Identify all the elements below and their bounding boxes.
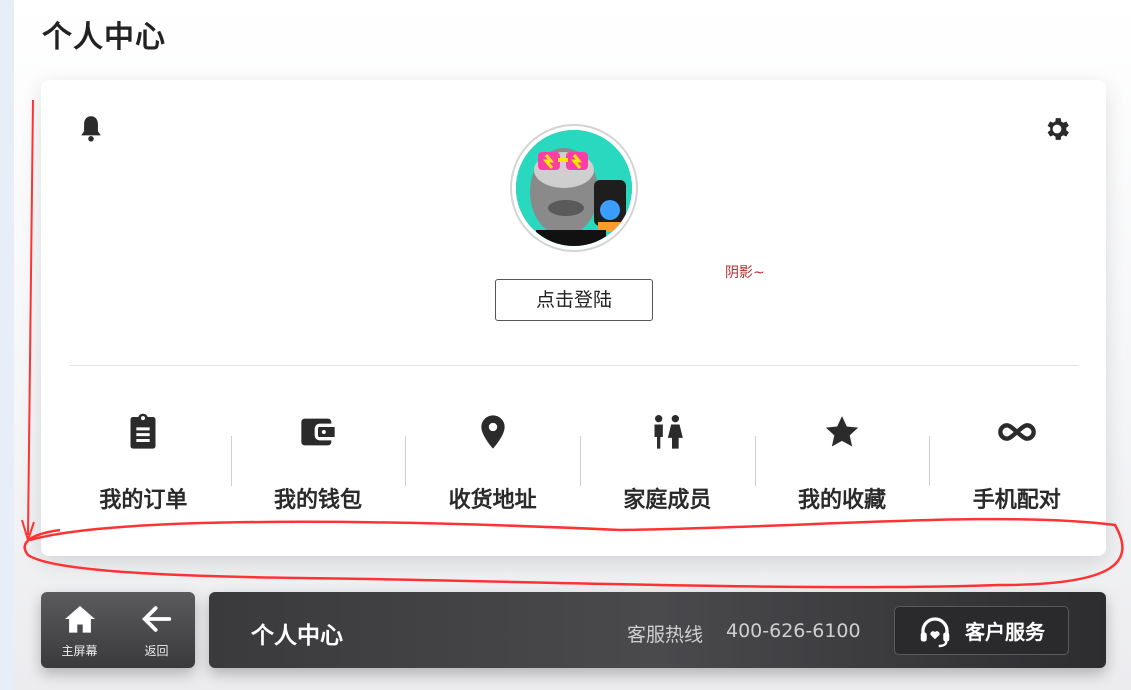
gear-icon[interactable] xyxy=(1042,114,1072,144)
star-icon xyxy=(825,416,859,447)
back-button[interactable]: 返回 xyxy=(118,592,195,668)
menu-item-pairing[interactable]: 手机配对 xyxy=(929,400,1104,520)
hotline-number: 400-626-6100 xyxy=(726,620,861,642)
page: 个人中心 阴影~ 点击登陆 我的订单 我的钱包 收货地址 家庭成员 我的收藏 手… xyxy=(14,0,1131,690)
clipboard-icon xyxy=(130,413,156,449)
menu-item-family[interactable]: 家庭成员 xyxy=(580,400,755,520)
customer-service-button[interactable]: 客户服务 xyxy=(894,606,1069,655)
menu-label: 家庭成员 xyxy=(623,488,712,513)
annotation-note: 阴影~ xyxy=(725,265,765,281)
arrow-left-icon xyxy=(141,606,171,632)
menu-label: 我的钱包 xyxy=(274,488,363,513)
menu-item-wallet[interactable]: 我的钱包 xyxy=(230,400,406,520)
menu-item-address[interactable]: 收货地址 xyxy=(405,400,580,520)
home-label: 主屏幕 xyxy=(61,644,98,658)
location-pin-icon xyxy=(481,415,505,449)
menu-label: 手机配对 xyxy=(972,488,1061,513)
menu-label: 我的收藏 xyxy=(798,488,887,513)
menu-item-favorites[interactable]: 我的收藏 xyxy=(754,400,930,520)
bell-icon[interactable] xyxy=(77,114,105,144)
page-title: 个人中心 xyxy=(42,20,166,55)
left-edge-strip xyxy=(0,0,14,690)
nav-box: 主屏幕 返回 xyxy=(41,592,195,668)
avatar[interactable] xyxy=(510,124,638,252)
profile-card: 阴影~ 点击登陆 我的订单 我的钱包 收货地址 家庭成员 我的收藏 手机配对 xyxy=(41,80,1106,556)
hotline-label: 客服热线 xyxy=(627,624,704,646)
family-icon xyxy=(654,415,684,449)
home-button[interactable]: 主屏幕 xyxy=(41,592,118,668)
avatar-image xyxy=(516,130,632,246)
bottom-bar: 个人中心 客服热线 400-626-6100 客户服务 xyxy=(209,592,1106,668)
headset-icon xyxy=(920,616,950,647)
back-label: 返回 xyxy=(144,644,169,658)
divider xyxy=(69,365,1079,366)
bar-title: 个人中心 xyxy=(251,623,343,649)
menu-label: 我的订单 xyxy=(99,488,188,513)
wallet-icon xyxy=(301,418,335,446)
menu-item-orders[interactable]: 我的订单 xyxy=(56,400,231,520)
login-button[interactable]: 点击登陆 xyxy=(495,279,653,321)
menu-grid: 我的订单 我的钱包 收货地址 家庭成员 我的收藏 手机配对 xyxy=(56,400,1104,520)
infinity-icon xyxy=(997,423,1036,441)
customer-service-label: 客户服务 xyxy=(965,620,1045,644)
home-icon xyxy=(64,606,95,633)
menu-label: 收货地址 xyxy=(448,488,537,513)
